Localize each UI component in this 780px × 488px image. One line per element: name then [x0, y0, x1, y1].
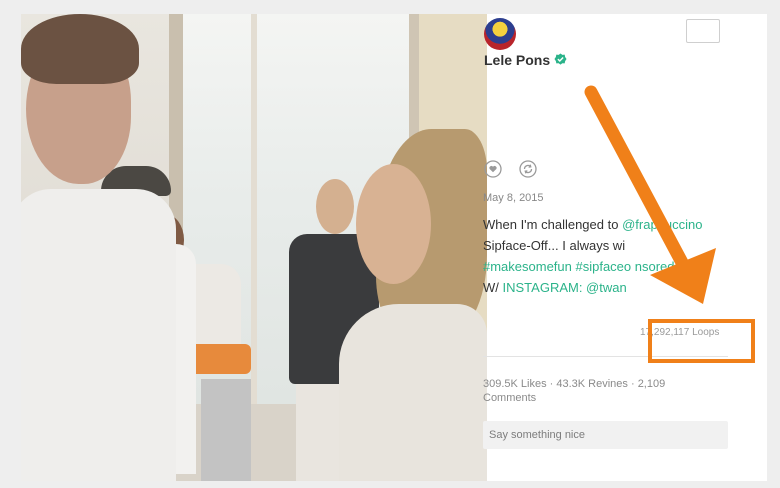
verified-badge-icon	[554, 53, 567, 65]
stool	[201, 379, 251, 481]
hashtag-link[interactable]: #makesomefun #sipfaceo nsored	[483, 259, 675, 274]
author-name[interactable]: Lele Pons	[484, 52, 567, 68]
more-button[interactable]	[686, 19, 720, 43]
hair	[21, 14, 139, 84]
person-head	[356, 164, 431, 284]
description-text: W/	[483, 280, 499, 295]
mention-link[interactable]: INSTAGRAM: @twan	[503, 280, 627, 295]
description-text: When I'm challenged to	[483, 217, 619, 232]
hashtag-link[interactable]: @frappuccino	[622, 217, 702, 232]
post-date: May 8, 2015	[483, 192, 544, 204]
heart-icon[interactable]	[484, 160, 502, 178]
comment-input[interactable]	[483, 421, 728, 449]
engagement-stats[interactable]: 309.5K Likes · 43.3K Revines · 2,109 Com…	[483, 377, 713, 405]
video-player[interactable]	[21, 14, 487, 481]
person-head	[316, 179, 354, 234]
revine-icon[interactable]	[519, 160, 537, 178]
author-label[interactable]: Lele Pons	[484, 52, 550, 68]
description-text: Sipface-Off... I always wi	[483, 238, 626, 253]
avatar[interactable]	[484, 18, 516, 50]
person	[339, 304, 487, 481]
post-description: When I'm challenged to @frappuccino Sipf…	[483, 214, 733, 298]
person	[21, 189, 176, 481]
annotation-highlight-box	[648, 319, 755, 363]
